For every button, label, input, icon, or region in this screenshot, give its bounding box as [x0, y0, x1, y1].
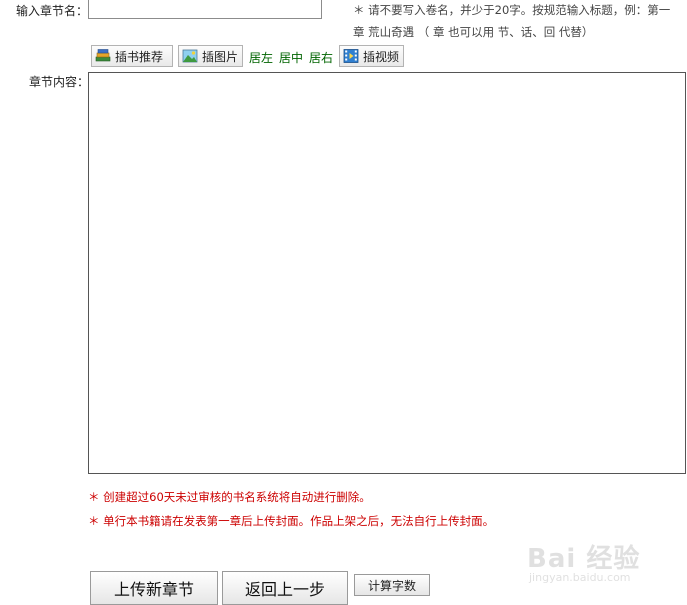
image-icon	[182, 48, 198, 64]
chapter-title-input[interactable]	[88, 0, 322, 19]
back-button[interactable]: 返回上一步	[222, 571, 348, 605]
cover-upload-notice: ＊ 单行本书籍请在发表第一章后上传封面。作品上架之后，无法自行上传封面。	[88, 514, 495, 528]
baidu-jingyan-watermark: Bai 经验 jingyan.baidu.com	[527, 538, 641, 584]
insert-video-label: 插视频	[363, 49, 400, 64]
film-icon	[343, 48, 359, 64]
upload-new-chapter-button[interactable]: 上传新章节	[90, 571, 218, 605]
watermark-sub: jingyan.baidu.com	[529, 571, 631, 584]
insert-image-button[interactable]: 插图片	[178, 45, 243, 67]
books-icon	[95, 48, 111, 64]
chapter-content-label: 章节内容：	[29, 75, 90, 89]
insert-book-button[interactable]: 插书推荐	[91, 45, 173, 67]
insert-image-label: 插图片	[202, 49, 239, 64]
chapter-title-label: 输入章节名：	[16, 4, 89, 18]
title-hint-line1: ＊ 请不要写入卷名，并少于20字。按规范输入标题，例：第一	[353, 3, 671, 17]
align-left-link[interactable]: 居左	[249, 49, 273, 66]
auto-delete-notice: ＊ 创建超过60天未过审核的书名系统将自动进行删除。	[88, 490, 371, 504]
align-center-link[interactable]: 居中	[279, 49, 303, 66]
insert-book-label: 插书推荐	[115, 49, 164, 64]
align-right-link[interactable]: 居右	[309, 49, 333, 66]
count-words-button[interactable]: 计算字数	[354, 574, 430, 596]
title-hint-line2: 章 荒山奇遇 （ 章 也可以用 节、话、回 代替）	[353, 25, 594, 39]
insert-video-button[interactable]: 插视频	[339, 45, 404, 67]
watermark-main: Bai 经验	[527, 544, 641, 574]
chapter-content-textarea[interactable]	[88, 72, 686, 474]
